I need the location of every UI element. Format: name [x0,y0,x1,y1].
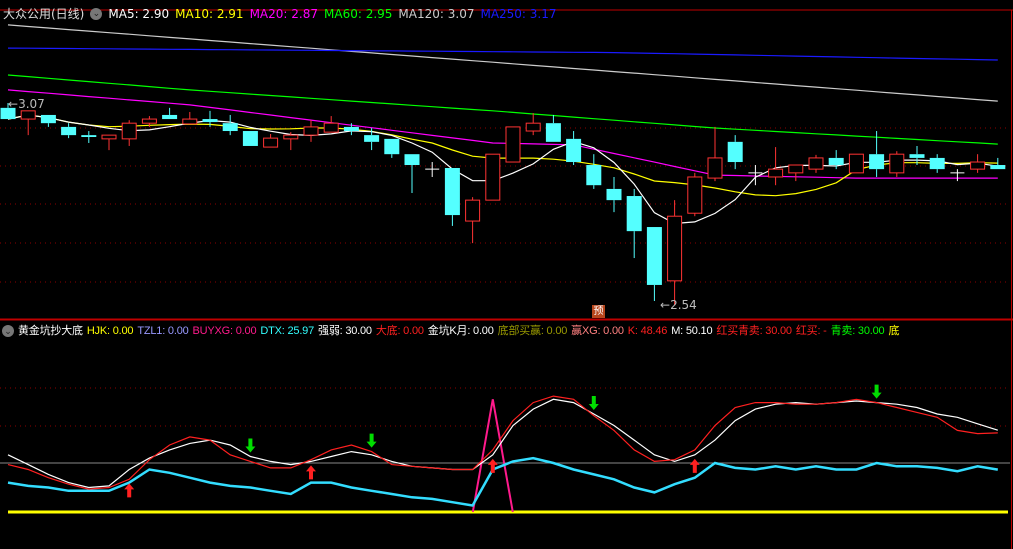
candle-up [485,153,501,201]
stock-chart[interactable] [0,0,1013,549]
indicator-header: ⌄ 黄金坑抄大底 HJK: 0.00 TZL1: 0.00 BUYXG: 0.00 D… [2,322,899,340]
candle-down [81,135,97,137]
high-price-value: 3.07 [18,97,45,111]
candle-up [182,118,198,125]
candle-down [61,126,77,136]
forecast-badge[interactable]: 预 [592,305,605,318]
candle-down [646,227,662,285]
ma120-line [7,24,998,102]
candle-up [505,126,521,163]
ma5-value: MA5: 2.90 [108,7,170,21]
indicator-value: 红买: - [795,325,827,337]
m-line [7,398,998,489]
candle-up [667,215,683,282]
candle-down [242,131,258,146]
indicator-value: 大底: 0.00 [375,325,424,337]
ma20-value: MA20: 2.87 [249,7,318,21]
candle-down [606,188,622,201]
candle-up [303,126,319,136]
candle-up [848,153,864,174]
candle-up [808,157,824,170]
indicator-value: DTX: 25.97 [260,325,315,337]
buy-arrow-icon [124,483,135,498]
candle-up [707,157,723,179]
candle-down [222,123,238,132]
sell-arrow-icon [588,396,599,411]
candle-down [586,165,602,186]
candle-up [970,161,986,170]
candle-down [404,154,420,166]
indicator-value: BUYXG: 0.00 [192,325,257,337]
candle-down [444,168,460,216]
indicator-value: K: 48.46 [627,325,668,337]
buy-arrow-icon [689,458,700,473]
indicator-value: 强弱: 30.00 [318,325,372,337]
indicator-title: 黄金坑抄大底 [18,325,83,337]
candle-up [263,137,279,148]
sell-arrow-icon [871,384,882,399]
candle-up [465,199,481,222]
candle-down [869,154,885,170]
dropdown-chevron-icon[interactable]: ⌄ [90,8,103,20]
ma250-line [7,47,998,61]
ma120-value: MA120: 3.07 [398,7,475,21]
low-price-value: 2.54 [670,298,697,312]
indicator-value: HJK: 0.00 [86,325,134,337]
ma10-value: MA10: 2.91 [175,7,244,21]
candle-down [727,141,743,163]
candle-up [141,118,157,124]
candle-down [364,135,380,142]
candle-up [121,122,137,140]
candle-up [788,164,804,174]
candle-down [828,157,844,166]
candle-up [20,110,36,120]
indicator-values: HJK: 0.00 TZL1: 0.00 BUYXG: 0.00 DTX: 25.97… [86,322,900,340]
candle-down [990,165,1006,170]
high-price-label: ←3.07 [8,97,45,111]
candle-up [283,134,299,140]
dtx-line [7,456,999,507]
indicator-value: 青卖: 30.00 [830,325,885,337]
indicator-value: M: 50.10 [671,325,713,337]
candle-down [202,119,218,123]
sell-arrow-icon [366,433,377,448]
candle-up [525,122,541,132]
candle-down [566,138,582,163]
stock-title: 大众公用(日线) [3,7,85,21]
candle-up [889,153,905,174]
indicator-value: 红买青卖: 30.00 [716,325,792,337]
candle-down [40,114,56,124]
candle-down [384,138,400,155]
indicator-value: 金坑K月: 0.00 [427,325,494,337]
k-line [7,395,998,490]
candle-down [909,154,925,158]
candle-up [687,176,703,214]
sell-arrow-icon [245,438,256,453]
indicator-value: 赢XG: 0.00 [571,325,624,337]
indicator-value: 底 [888,325,900,337]
indicator-value: TZL1: 0.00 [137,325,189,337]
candle-up [768,168,784,178]
candle-up [101,134,117,140]
low-price-label: ←2.54 [660,298,697,312]
candle-down [343,126,359,132]
ma60-line [7,74,998,145]
candle-down [626,196,642,232]
candle-down [929,157,945,170]
buy-arrow-icon [306,465,316,480]
candle-down [545,123,561,142]
buy-arrow-icon [487,458,498,473]
ma250-value: MA250: 3.17 [480,7,557,21]
candle-down [162,114,178,120]
main-chart-header: 大众公用(日线) ⌄ MA5: 2.90 MA10: 2.91 MA20: 2.… [3,5,557,23]
ma60-value: MA60: 2.95 [324,7,393,21]
indicator-value: 底部买赢: 0.00 [497,325,568,337]
dropdown-chevron-icon[interactable]: ⌄ [2,325,14,337]
candle-up [323,122,339,133]
